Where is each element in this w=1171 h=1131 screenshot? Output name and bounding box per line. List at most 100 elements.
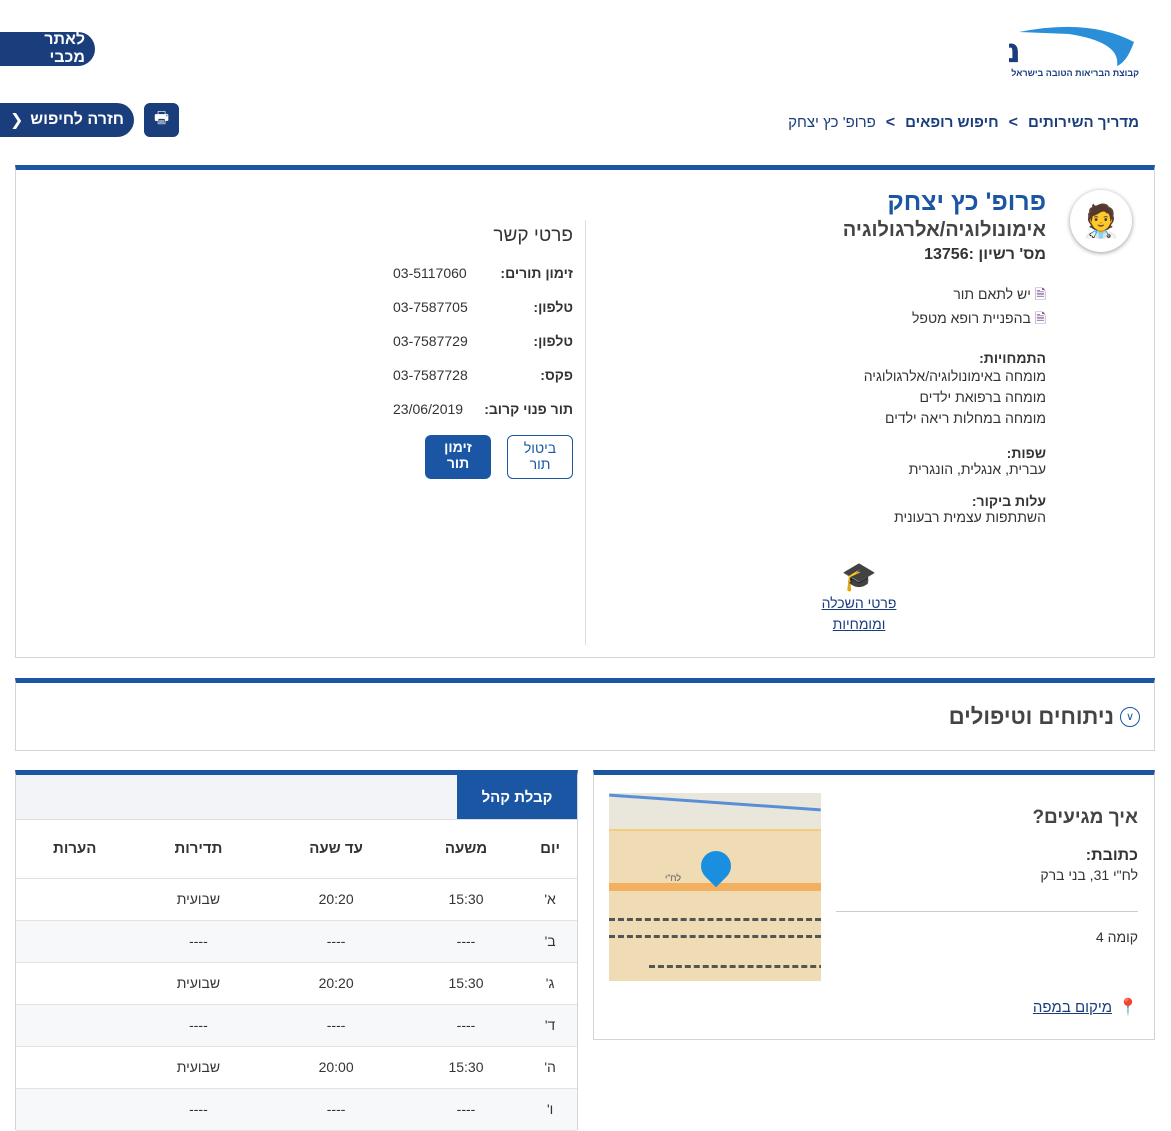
note-text: בהפניית רופא מטפל: [912, 310, 1031, 326]
table-cell: 20:20: [263, 962, 409, 1005]
expertise-item: מומחה באימונולוגיה/אלרגולוגיה: [863, 368, 1046, 384]
contact-label: זימון תורים:: [500, 265, 573, 281]
contact-value[interactable]: 03-5117060: [393, 265, 467, 281]
contact-label: טלפון:: [533, 299, 573, 315]
education-link[interactable]: פרטי השכלה ומומחיות: [814, 593, 904, 635]
table-cell: [16, 962, 134, 1005]
map-marker-icon: [694, 844, 738, 888]
table-cell: ----: [408, 920, 524, 963]
svg-text:מכבי: מכבי: [1009, 31, 1021, 68]
expertise-title: התמחויות:: [979, 350, 1046, 366]
table-header-row: יום משעה עד שעה תדירות הערות: [16, 820, 577, 879]
maccabi-site-button[interactable]: לאתר מכבי: [0, 31, 95, 66]
breadcrumb-services[interactable]: מדריך השירותים: [1028, 114, 1139, 132]
doctor-avatar-icon: 🧑‍⚕: [1070, 190, 1132, 252]
site-button-label: לאתר מכבי: [44, 31, 85, 66]
breadcrumb: מדריך השירותים > חיפוש רופאים > פרופ' כץ י…: [788, 114, 1139, 132]
location-title: איך מגיעים?: [1032, 807, 1138, 828]
table-cell: שבועית: [133, 878, 264, 921]
table-cell: 15:30: [408, 1046, 524, 1089]
hours-card: קבלת קהל יום משעה עד שעה תדירות הערות א'…: [15, 770, 578, 1131]
col-to: עד שעה: [263, 820, 409, 879]
breadcrumb-sep: >: [885, 114, 896, 131]
table-cell: שבועית: [133, 1046, 264, 1089]
floor: קומה 4: [1095, 929, 1138, 945]
table-cell: ----: [263, 920, 409, 963]
doctor-name: פרופ' כץ יצחק: [887, 188, 1046, 216]
document-icon: 🗎: [1034, 310, 1046, 326]
col-notes: הערות: [16, 820, 134, 879]
table-cell: ----: [133, 920, 264, 963]
divider: [585, 220, 586, 645]
map-pin-icon: 📍: [1118, 999, 1138, 1016]
address-label: כתובת:: [1085, 847, 1138, 864]
cancel-appointment-button[interactable]: ביטול תור: [507, 435, 573, 479]
breadcrumb-doctor-search[interactable]: חיפוש רופאים: [905, 114, 999, 132]
contact-value[interactable]: 03-7587705: [393, 299, 468, 315]
printer-icon: 🖶: [153, 109, 170, 127]
table-cell: ב': [523, 920, 577, 963]
table-cell: [16, 920, 134, 963]
languages: עברית, אנגלית, הונגרית: [908, 461, 1046, 477]
table-row: ה' 15:30 20:00 שבועית: [16, 1046, 577, 1089]
contact-section: פרטי קשר זימון תורים: 03-5117060 טלפון: 03…: [388, 225, 573, 479]
table-row: ב' ---- ---- ----: [16, 920, 577, 963]
table-cell: ----: [263, 1088, 409, 1131]
table-cell: ----: [133, 1088, 264, 1131]
table-cell: ה': [523, 1046, 577, 1089]
contact-value: 23/06/2019: [393, 401, 464, 417]
treatments-section[interactable]: ∨ ניתוחים וטיפולים: [15, 678, 1155, 751]
table-row: ג' 15:30 20:20 שבועית: [16, 962, 577, 1005]
table-cell: ד': [523, 1004, 577, 1047]
table-row: א' 15:30 20:20 שבועית: [16, 878, 577, 921]
breadcrumb-current: פרופ' כץ יצחק: [788, 114, 876, 131]
expertise-item: מומחה במחלות ריאה ילדים: [884, 410, 1046, 426]
book-appointment-button[interactable]: זימון תור: [425, 435, 491, 479]
note-text: יש לתאם תור: [953, 286, 1031, 302]
contact-title: פרטי קשר: [493, 225, 573, 246]
contact-label: פקס:: [540, 367, 573, 383]
table-cell: 15:30: [408, 962, 524, 1005]
tab-reception-hours[interactable]: קבלת קהל: [457, 775, 577, 819]
table-cell: א': [523, 878, 577, 921]
chevron-down-circle-icon: ∨: [1120, 706, 1140, 727]
table-cell: ----: [263, 1004, 409, 1047]
map-thumbnail[interactable]: לח"י: [609, 793, 821, 981]
table-cell: [16, 878, 134, 921]
location-card: איך מגיעים? כתובת: לח"י 31, בני ברק קומה…: [593, 770, 1155, 1040]
col-frequency: תדירות: [133, 820, 264, 879]
logo-tagline: קבוצת הבריאות הטובה בישראל: [1011, 68, 1139, 78]
treatments-title: ניתוחים וטיפולים: [948, 703, 1114, 729]
table-cell: ----: [408, 1004, 524, 1047]
hours-table: יום משעה עד שעה תדירות הערות א' 15:30 20:2…: [16, 820, 577, 1131]
back-button-label: חזרה לחיפוש: [30, 111, 124, 128]
col-from: משעה: [408, 820, 524, 879]
table-cell: 20:20: [263, 878, 409, 921]
map-street-label: לח"י: [665, 873, 682, 883]
table-cell: [16, 1004, 134, 1047]
table-cell: [16, 1046, 134, 1089]
table-cell: ----: [133, 1004, 264, 1047]
table-cell: [16, 1088, 134, 1131]
doctor-specialty: אימונולוגיה/אלרגולוגיה: [842, 219, 1046, 241]
document-icon: 🗎: [1034, 286, 1046, 302]
map-location-link[interactable]: מיקום במפה: [1033, 999, 1112, 1016]
back-to-search-button[interactable]: חזרה לחיפוש ❮: [0, 103, 134, 137]
table-cell: שבועית: [133, 962, 264, 1005]
languages-title: שפות:: [1006, 445, 1046, 461]
table-cell: 20:00: [263, 1046, 409, 1089]
chevron-left-icon: ❮: [10, 112, 24, 129]
note-item: 🗎 בהפניית רופא מטפל: [843, 308, 1046, 332]
cost-title: עלות ביקור:: [971, 493, 1046, 509]
contact-value[interactable]: 03-7587729: [393, 333, 468, 349]
maccabi-logo[interactable]: מכבי קבוצת הבריאות הטובה בישראל: [999, 22, 1139, 84]
logo-mark-icon: מכבי: [1009, 26, 1134, 68]
note-item: 🗎 יש לתאם תור: [843, 284, 1046, 308]
contact-label: טלפון:: [533, 333, 573, 349]
license-number: מס' רשיון :13756: [924, 246, 1046, 263]
table-cell: ----: [408, 1088, 524, 1131]
doctor-card: 🧑‍⚕ פרופ' כץ יצחק אימונולוגיה/אלרגולוגיה…: [15, 165, 1155, 658]
print-button[interactable]: 🖶: [144, 103, 179, 137]
expertise-item: מומחה ברפואת ילדים: [919, 389, 1046, 405]
table-row: ו' ---- ---- ----: [16, 1088, 577, 1131]
